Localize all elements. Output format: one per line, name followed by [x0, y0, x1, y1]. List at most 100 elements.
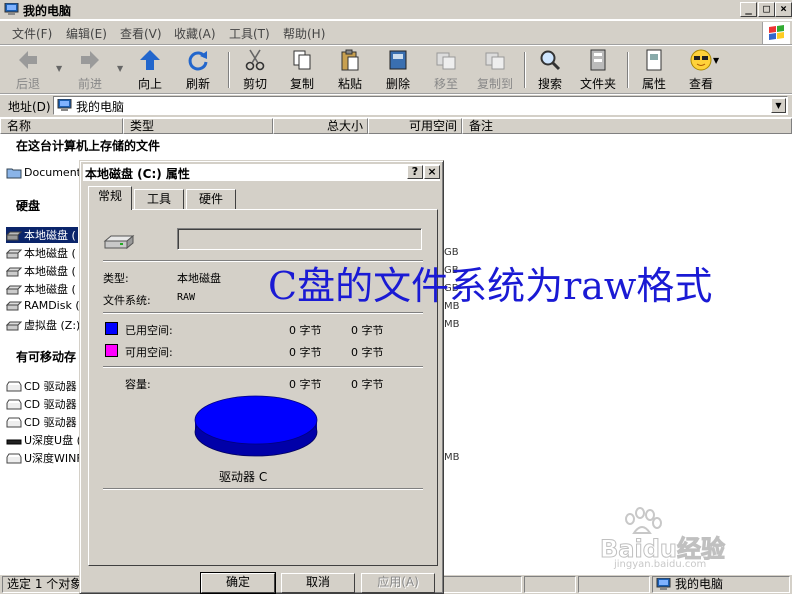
hard-disk-icon: [6, 285, 22, 295]
apply-button[interactable]: 应用(A): [361, 573, 435, 593]
column-header-name[interactable]: 名称: [0, 118, 123, 134]
cd-drive-icon: [6, 453, 22, 464]
ok-button[interactable]: 确定: [200, 572, 276, 594]
dialog-title: 本地磁盘 (C:) 属性: [85, 167, 190, 181]
volume-label-input[interactable]: [177, 228, 422, 250]
move-to-label: 移至: [433, 77, 458, 91]
menu-file[interactable]: 文件(F): [12, 25, 52, 42]
copy-button[interactable]: 复制: [284, 48, 320, 92]
list-item-disk[interactable]: 本地磁盘 (: [6, 263, 76, 279]
hard-disk-icon: [6, 267, 22, 277]
up-button[interactable]: 向上: [132, 48, 168, 92]
list-item-usb-drive[interactable]: U深度WINF: [6, 450, 83, 466]
folders-button[interactable]: 文件夹: [578, 48, 618, 92]
copy-icon: [293, 50, 311, 70]
divider: [103, 366, 423, 368]
view-label: 查看: [688, 77, 713, 91]
list-item-label: RAMDisk (Y: [24, 299, 87, 312]
menu-tools[interactable]: 工具(T): [229, 25, 270, 42]
minimize-button[interactable]: _: [740, 2, 757, 17]
list-item-cd-drive[interactable]: CD 驱动器: [6, 396, 77, 412]
capacity-bytes: 0 字节: [289, 378, 322, 391]
column-header-comments[interactable]: 备注: [462, 118, 792, 134]
menu-help[interactable]: 帮助(H): [283, 25, 325, 42]
menu-bar: 文件(F) 编辑(E) 查看(V) 收藏(A) 工具(T) 帮助(H): [0, 21, 792, 45]
baidu-watermark: Baidu经验 jingyan.baidu.com: [590, 505, 790, 575]
cancel-button[interactable]: 取消: [281, 573, 355, 593]
disk-properties-dialog: 本地磁盘 (C:) 属性 ? × 常规 工具 硬件 类型: 本地磁盘 文件系统:…: [79, 160, 444, 594]
forward-button[interactable]: 前进: [72, 48, 108, 92]
disk-usage-pie-chart: [194, 395, 318, 457]
close-button[interactable]: ×: [775, 2, 792, 17]
view-button[interactable]: 查看: [683, 48, 719, 92]
used-space-color-swatch: [105, 322, 118, 335]
usb-drive-icon: [6, 439, 22, 445]
list-item-ramdisk[interactable]: RAMDisk (Y: [6, 299, 86, 312]
free-space-color-swatch: [105, 344, 118, 357]
move-to-button[interactable]: 移至: [428, 48, 464, 92]
address-dropdown-icon[interactable]: ▼: [771, 98, 786, 113]
list-item-documents[interactable]: Documents: [6, 166, 87, 179]
search-icon: [540, 50, 561, 71]
hard-disk-icon: [6, 321, 22, 331]
folder-icon: [6, 168, 22, 179]
refresh-button[interactable]: 刷新: [180, 48, 216, 92]
delete-label: 删除: [385, 77, 410, 91]
dialog-close-button[interactable]: ×: [424, 165, 440, 179]
computer-icon: [4, 3, 19, 15]
list-item-label: Documents: [24, 166, 87, 179]
view-dropdown-icon[interactable]: ▼: [713, 56, 719, 65]
list-item-label: CD 驱动器: [24, 398, 77, 411]
list-item-disk[interactable]: 本地磁盘 (: [6, 245, 76, 261]
drive-label: 驱动器 C: [219, 470, 268, 484]
tab-hardware[interactable]: 硬件: [186, 189, 236, 209]
list-item-disk[interactable]: 本地磁盘 (: [6, 281, 76, 297]
maximize-button[interactable]: □: [758, 2, 775, 17]
column-header-total-size[interactable]: 总大小: [273, 118, 368, 134]
tab-general[interactable]: 常规: [88, 186, 132, 210]
column-header-free-space[interactable]: 可用空间: [368, 118, 462, 134]
group-header-removable: 有可移动存: [16, 350, 77, 364]
properties-label: 属性: [641, 77, 666, 91]
windows-logo-icon: [762, 22, 790, 44]
list-item-disk-c[interactable]: 本地磁盘 (: [6, 227, 78, 243]
window-title: 我的电脑: [23, 4, 72, 18]
list-item-virtual-disk[interactable]: 虚拟盘 (Z:): [6, 317, 80, 333]
back-button[interactable]: 后退: [10, 48, 46, 92]
address-value: 我的电脑: [76, 100, 125, 114]
column-header-type[interactable]: 类型: [123, 118, 273, 134]
paste-button[interactable]: 粘贴: [332, 48, 368, 92]
cut-button[interactable]: 剪切: [237, 48, 273, 92]
delete-button[interactable]: 删除: [380, 48, 416, 92]
properties-button[interactable]: 属性: [636, 48, 672, 92]
forward-dropdown-icon[interactable]: ▼: [117, 64, 123, 73]
annotation-caption: C盘的文件系统为raw格式: [268, 264, 713, 308]
tab-tools[interactable]: 工具: [134, 189, 184, 209]
address-label: 地址(D): [8, 100, 51, 114]
type-value: 本地磁盘: [177, 272, 221, 285]
toolbar-separator: [627, 52, 629, 88]
filesystem-value: RAW: [177, 292, 196, 303]
address-input[interactable]: 我的电脑 ▼: [53, 96, 788, 115]
list-item-cd-drive[interactable]: CD 驱动器: [6, 414, 77, 430]
properties-icon: [646, 49, 662, 71]
list-item-usb-drive[interactable]: U深度U盘 (: [6, 432, 81, 448]
menu-edit[interactable]: 编辑(E): [66, 25, 107, 42]
back-dropdown-icon[interactable]: ▼: [56, 64, 62, 73]
search-button[interactable]: 搜索: [532, 48, 568, 92]
capacity-label: 容量:: [125, 378, 151, 391]
dialog-title-bar[interactable]: 本地磁盘 (C:) 属性 ? ×: [83, 164, 440, 181]
copy-to-button[interactable]: 复制到: [474, 48, 516, 92]
window-title-bar[interactable]: 我的电脑 _ □ ×: [0, 0, 792, 20]
menu-favorites[interactable]: 收藏(A): [174, 25, 216, 42]
copy-to-label: 复制到: [476, 77, 513, 91]
list-item-cd-drive[interactable]: CD 驱动器: [6, 378, 77, 394]
cut-label: 剪切: [242, 77, 267, 91]
help-button[interactable]: ?: [407, 165, 423, 179]
menu-view[interactable]: 查看(V): [120, 25, 162, 42]
up-label: 向上: [137, 77, 162, 91]
group-header-hard-disks: 硬盘: [16, 199, 41, 213]
copy-label: 复制: [289, 77, 314, 91]
copy-to-icon: [485, 52, 505, 70]
view-icon: [690, 49, 712, 71]
